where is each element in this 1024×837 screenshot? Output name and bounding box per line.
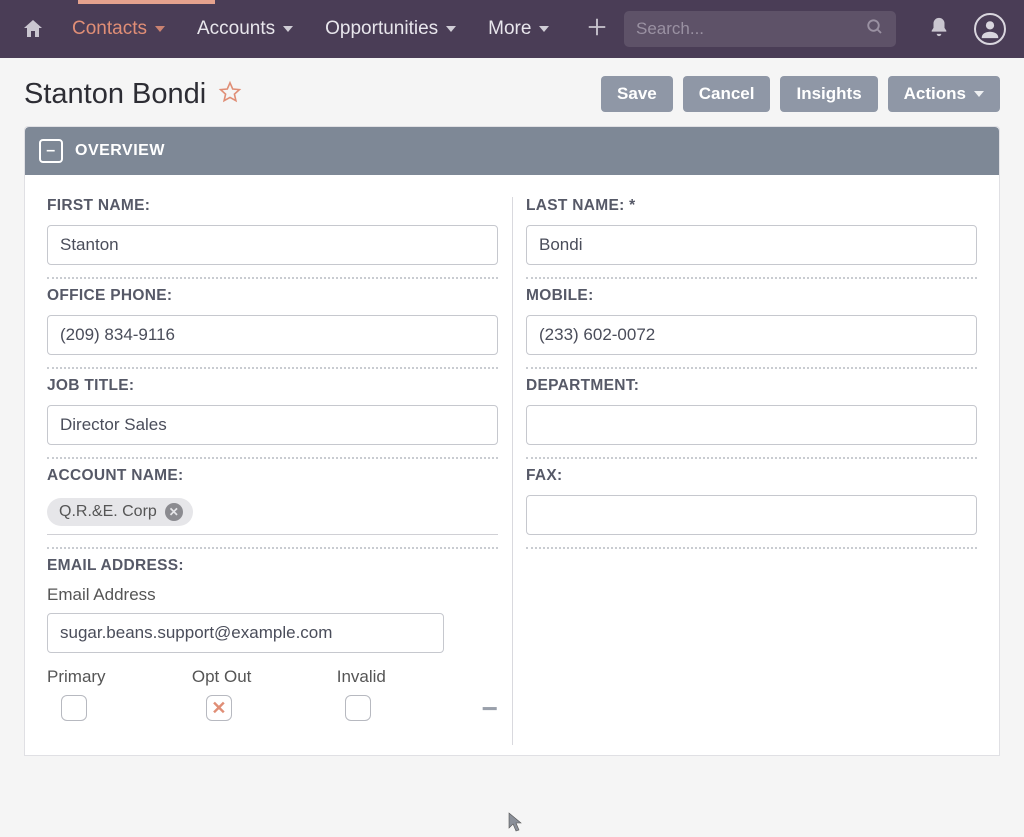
check-label: Primary	[47, 667, 106, 687]
check-label: Opt Out	[192, 667, 252, 687]
chevron-down-icon	[539, 26, 549, 32]
last-name-input[interactable]	[526, 225, 977, 265]
email-sublabel: Email Address	[47, 585, 498, 605]
actions-dropdown[interactable]: Actions	[888, 76, 1000, 112]
field-department: DEPARTMENT:	[526, 377, 977, 459]
nav-item-more[interactable]: More	[474, 0, 563, 58]
job-title-input[interactable]	[47, 405, 498, 445]
first-name-input[interactable]	[47, 225, 498, 265]
nav-item-opportunities[interactable]: Opportunities	[311, 0, 470, 58]
check-primary: Primary	[47, 667, 184, 721]
email-input[interactable]	[47, 613, 444, 653]
title-row: Stanton Bondi Save Cancel Insights Actio…	[0, 58, 1024, 126]
field-email: EMAIL ADDRESS: Email Address Primary Opt…	[47, 557, 498, 737]
field-label: JOB TITLE:	[47, 377, 498, 395]
global-search[interactable]	[624, 11, 896, 47]
field-label: ACCOUNT NAME:	[47, 467, 498, 485]
chevron-down-icon	[974, 91, 984, 97]
active-tab-accent	[78, 0, 215, 4]
panel-body: FIRST NAME: LAST NAME: * OFFICE PHONE: M…	[25, 175, 999, 755]
field-last-name: LAST NAME: *	[526, 197, 977, 279]
chevron-down-icon	[283, 26, 293, 32]
office-phone-input[interactable]	[47, 315, 498, 355]
invalid-checkbox[interactable]	[345, 695, 371, 721]
nav-label: More	[488, 18, 531, 40]
field-job-title: JOB TITLE:	[47, 377, 498, 459]
panel-title: OVERVIEW	[75, 142, 165, 160]
favorite-star-icon[interactable]	[218, 80, 242, 109]
field-first-name: FIRST NAME:	[47, 197, 498, 279]
actions-label: Actions	[904, 84, 966, 104]
account-tag: Q.R.&E. Corp ✕	[47, 498, 193, 526]
collapse-toggle[interactable]: –	[39, 139, 63, 163]
department-input[interactable]	[526, 405, 977, 445]
nav-label: Contacts	[72, 18, 147, 40]
remove-tag-icon[interactable]: ✕	[165, 503, 183, 521]
user-avatar[interactable]	[974, 13, 1006, 45]
fax-input[interactable]	[526, 495, 977, 535]
cancel-button[interactable]: Cancel	[683, 76, 771, 112]
action-buttons: Save Cancel Insights Actions	[601, 76, 1000, 112]
field-label: FAX:	[526, 467, 977, 485]
home-icon[interactable]	[18, 14, 48, 44]
nav-label: Opportunities	[325, 18, 438, 40]
panel-header: – OVERVIEW	[25, 127, 999, 175]
search-input[interactable]	[636, 19, 866, 39]
chevron-down-icon	[155, 26, 165, 32]
email-check-row: Primary Opt Out ✕ Invalid −	[47, 667, 498, 725]
optout-checkbox[interactable]: ✕	[206, 695, 232, 721]
nav-item-contacts[interactable]: Contacts	[58, 0, 179, 58]
field-mobile: MOBILE:	[526, 287, 977, 369]
check-optout: Opt Out ✕	[192, 667, 329, 721]
mobile-input[interactable]	[526, 315, 977, 355]
page-title: Stanton Bondi	[24, 78, 206, 111]
field-fax: FAX:	[526, 467, 977, 549]
save-button[interactable]: Save	[601, 76, 673, 112]
nav-label: Accounts	[197, 18, 275, 40]
account-tag-row[interactable]: Q.R.&E. Corp ✕	[47, 495, 498, 535]
primary-checkbox[interactable]	[61, 695, 87, 721]
insights-button[interactable]: Insights	[780, 76, 877, 112]
empty-cell	[526, 557, 977, 745]
tag-label: Q.R.&E. Corp	[59, 503, 157, 521]
nav-item-accounts[interactable]: Accounts	[183, 0, 307, 58]
column-divider	[512, 197, 513, 745]
search-icon[interactable]	[866, 18, 884, 41]
field-label: FIRST NAME:	[47, 197, 498, 215]
field-label: LAST NAME: *	[526, 197, 977, 215]
field-label: MOBILE:	[526, 287, 977, 305]
top-navbar: Contacts Accounts Opportunities More	[0, 0, 1024, 58]
check-invalid: Invalid	[337, 667, 474, 721]
chevron-down-icon	[446, 26, 456, 32]
field-office-phone: OFFICE PHONE:	[47, 287, 498, 369]
quick-create-icon[interactable]	[576, 13, 618, 45]
nav-links: Contacts Accounts Opportunities More	[58, 0, 563, 58]
check-label: Invalid	[337, 667, 386, 687]
overview-panel: – OVERVIEW FIRST NAME: LAST NAME: * OFFI…	[24, 126, 1000, 756]
cursor-icon	[508, 812, 524, 837]
field-label: EMAIL ADDRESS:	[47, 557, 498, 575]
remove-email-icon[interactable]: −	[482, 693, 498, 725]
field-label: OFFICE PHONE:	[47, 287, 498, 305]
field-account-name: ACCOUNT NAME: Q.R.&E. Corp ✕	[47, 467, 498, 549]
field-label: DEPARTMENT:	[526, 377, 977, 395]
notifications-icon[interactable]	[928, 16, 950, 43]
